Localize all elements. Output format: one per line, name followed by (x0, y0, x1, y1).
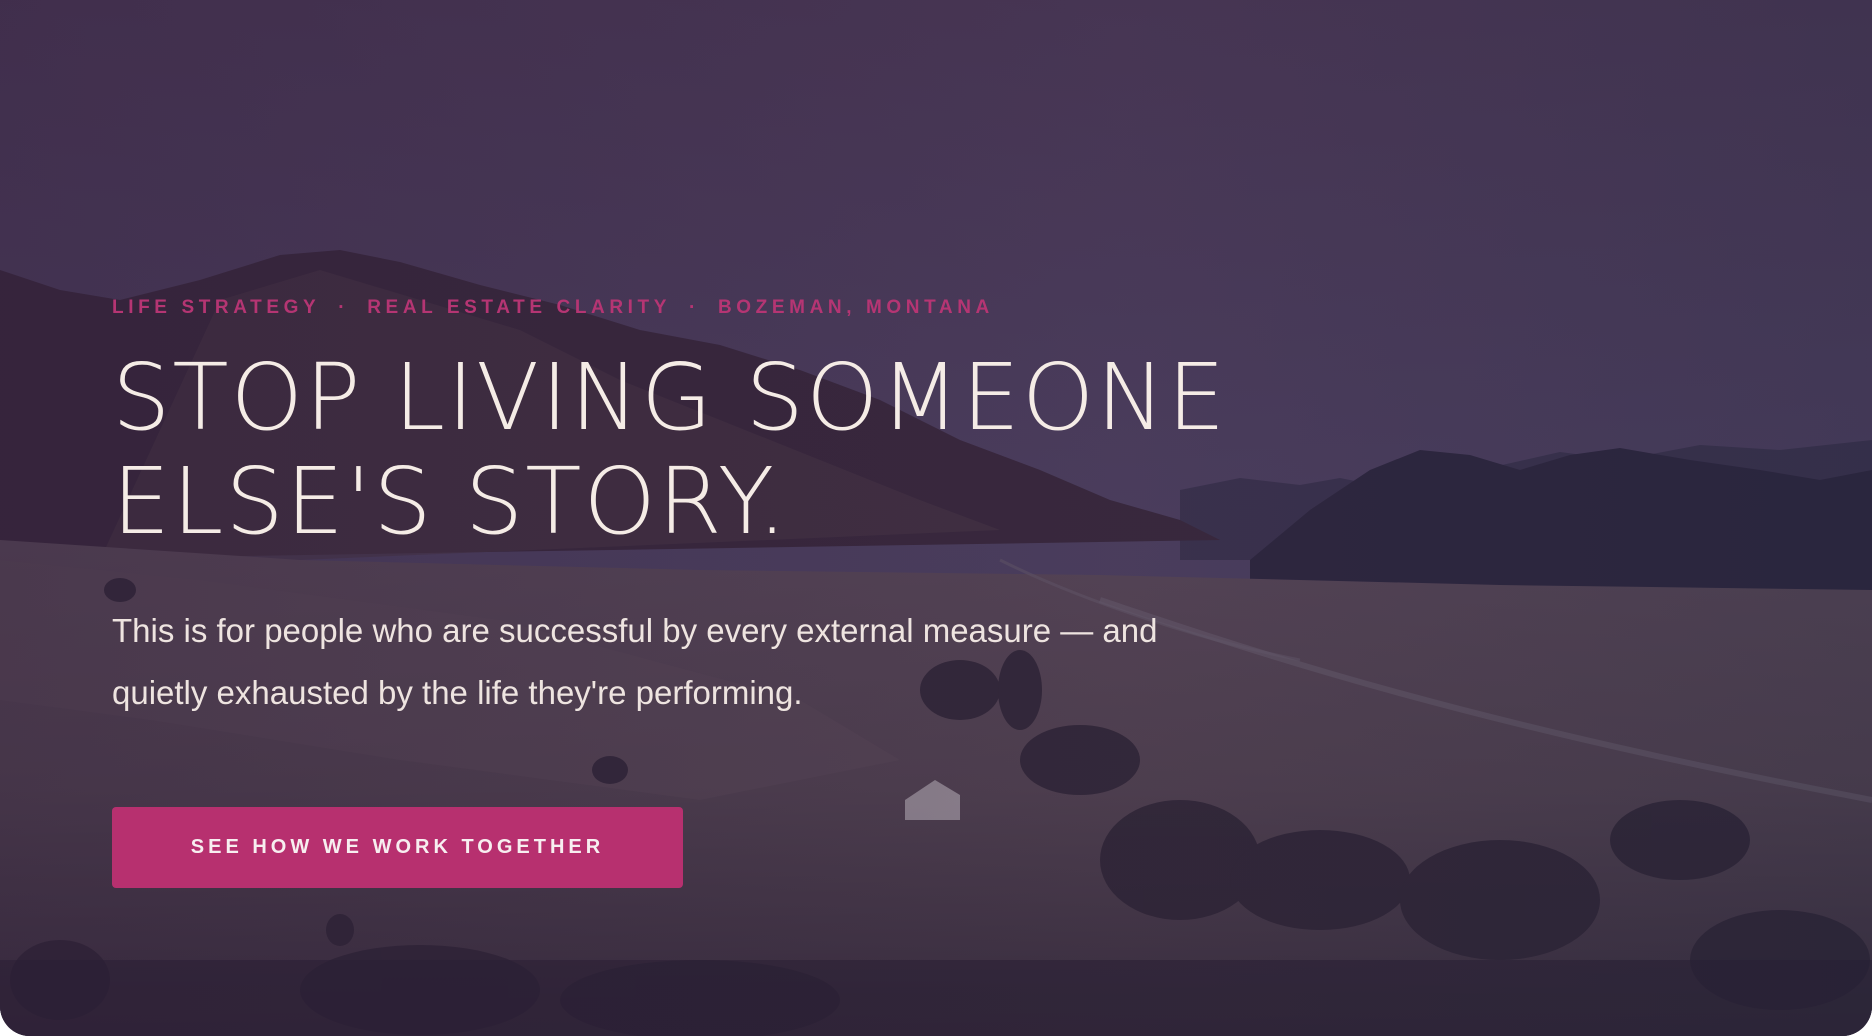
eyebrow-separator: · (338, 297, 350, 318)
headline-line-2: ELSE'S STORY. (112, 448, 789, 555)
eyebrow-separator: · (689, 297, 700, 318)
eyebrow-item-real-estate-clarity: REAL ESTATE CLARITY (367, 297, 672, 318)
hero-section: LIFE STRATEGY · REAL ESTATE CLARITY · BOZEMA… (0, 0, 1872, 1036)
hero-content: LIFE STRATEGY · REAL ESTATE CLARITY · BOZEMA… (112, 290, 1412, 757)
eyebrow-item-life-strategy: LIFE STRATEGY (112, 297, 321, 318)
hero-subtext: This is for people who are successful by… (112, 612, 1158, 711)
hero-headline: STOP LIVING SOMEONE ELSE'S STORY. (112, 346, 1412, 554)
eyebrow-item-location: BOZEMAN, MONTANA (717, 297, 994, 318)
hero-eyebrow: LIFE STRATEGY · REAL ESTATE CLARITY · BOZEMA… (112, 290, 1412, 326)
see-how-we-work-together-button[interactable]: SEE HOW WE WORK TOGETHER (112, 807, 683, 888)
headline-line-1: STOP LIVING SOMEONE (112, 344, 1228, 451)
